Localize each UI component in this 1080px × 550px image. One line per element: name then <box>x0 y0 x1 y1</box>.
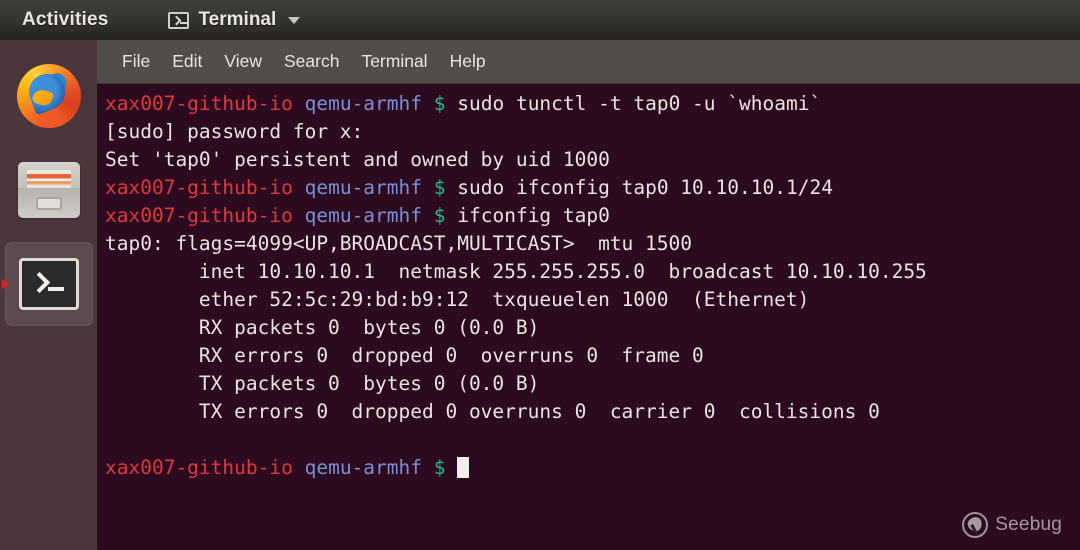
seebug-logo-icon <box>962 512 989 538</box>
prompt-host: xax007-github-io <box>105 92 293 115</box>
prompt-host: xax007-github-io <box>105 204 293 227</box>
terminal-prompt-line: xax007-github-io qemu-armhf $ <box>105 454 1080 482</box>
terminal-output-line: Set 'tap0' persistent and owned by uid 1… <box>105 146 1080 174</box>
dock-item-files[interactable] <box>5 148 93 232</box>
prompt-symbol: $ <box>433 176 446 199</box>
prompt-command: ifconfig tap0 <box>457 204 610 227</box>
output-text: tap0: flags=4099<UP,BROADCAST,MULTICAST>… <box>105 232 692 255</box>
prompt-command: sudo tunctl -t tap0 -u `whoami` <box>457 92 822 115</box>
prompt-dir: qemu-armhf <box>304 92 422 115</box>
menu-search[interactable]: Search <box>273 47 350 76</box>
terminal-output-line: RX packets 0 bytes 0 (0.0 B) <box>105 314 1080 342</box>
prompt-symbol: $ <box>433 92 446 115</box>
terminal-output-line: [sudo] password for x: <box>105 118 1080 146</box>
prompt-dir: qemu-armhf <box>304 176 422 199</box>
terminal-menubar: File Edit View Search Terminal Help <box>97 40 1080 84</box>
files-handle-detail <box>35 197 62 210</box>
activities-button[interactable]: Activities <box>10 5 120 35</box>
menu-terminal[interactable]: Terminal <box>350 47 438 76</box>
prompt-dir: qemu-armhf <box>304 204 422 227</box>
terminal-window: File Edit View Search Terminal Help xax0… <box>97 40 1080 550</box>
menu-file[interactable]: File <box>111 47 161 76</box>
prompt-host: xax007-github-io <box>105 456 293 479</box>
terminal-output-line: ether 52:5c:29:bd:b9:12 txqueuelen 1000 … <box>105 286 1080 314</box>
chevron-down-icon[interactable] <box>288 16 301 24</box>
terminal-prompt-line: xax007-github-io qemu-armhf $ sudo ifcon… <box>105 174 1080 202</box>
output-text: [sudo] password for x: <box>105 120 364 143</box>
menu-help[interactable]: Help <box>439 47 497 76</box>
firefox-icon <box>16 64 81 128</box>
seebug-watermark-label: Seebug <box>995 514 1062 535</box>
prompt-command: sudo ifconfig tap0 10.10.10.1/24 <box>457 176 833 199</box>
app-menu-button[interactable]: Terminal <box>158 5 310 35</box>
terminal-output-line: TX errors 0 dropped 0 overruns 0 carrier… <box>105 398 1080 426</box>
terminal-prompt-line: xax007-github-io qemu-armhf $ sudo tunct… <box>105 90 1080 118</box>
output-text: TX packets 0 bytes 0 (0.0 B) <box>105 372 540 395</box>
output-text: RX errors 0 dropped 0 overruns 0 frame 0 <box>105 344 704 367</box>
app-menu-label: Terminal <box>198 9 277 30</box>
terminal-output-line: TX packets 0 bytes 0 (0.0 B) <box>105 370 1080 398</box>
files-icon <box>17 162 80 218</box>
prompt-symbol: $ <box>433 456 446 479</box>
terminal-output-line: inet 10.10.10.1 netmask 255.255.255.0 br… <box>105 258 1080 286</box>
terminal-chevron-glyph <box>28 271 50 294</box>
terminal-prompt-line: xax007-github-io qemu-armhf $ ifconfig t… <box>105 202 1080 230</box>
output-text: ether 52:5c:29:bd:b9:12 txqueuelen 1000 … <box>105 288 810 311</box>
seebug-watermark: Seebug <box>962 512 1062 538</box>
terminal-output-line: tap0: flags=4099<UP,BROADCAST,MULTICAST>… <box>105 230 1080 258</box>
output-text: inet 10.10.10.1 netmask 255.255.255.0 br… <box>105 260 927 283</box>
output-text: TX errors 0 dropped 0 overruns 0 carrier… <box>105 400 880 423</box>
terminal-icon <box>168 11 190 29</box>
gnome-top-bar: Activities Terminal <box>0 0 1080 40</box>
dock-item-firefox[interactable] <box>5 54 93 138</box>
terminal-underscore-glyph <box>47 287 64 291</box>
dock-item-terminal[interactable] <box>1 242 93 326</box>
prompt-symbol: $ <box>433 204 446 227</box>
output-text: RX packets 0 bytes 0 (0.0 B) <box>105 316 540 339</box>
desktop-screen: Activities Terminal File Edit View Searc… <box>0 0 1080 550</box>
prompt-host: xax007-github-io <box>105 176 293 199</box>
menu-edit[interactable]: Edit <box>161 47 213 76</box>
ubuntu-dock <box>0 40 97 550</box>
output-text: Set 'tap0' persistent and owned by uid 1… <box>105 148 610 171</box>
terminal-output-area[interactable]: xax007-github-io qemu-armhf $ sudo tunct… <box>97 84 1080 482</box>
files-paper-detail <box>26 170 71 188</box>
terminal-cursor <box>457 457 470 478</box>
terminal-app-icon <box>18 258 79 310</box>
menu-view[interactable]: View <box>213 47 273 76</box>
terminal-output-line: RX errors 0 dropped 0 overruns 0 frame 0 <box>105 342 1080 370</box>
prompt-dir: qemu-armhf <box>304 456 422 479</box>
